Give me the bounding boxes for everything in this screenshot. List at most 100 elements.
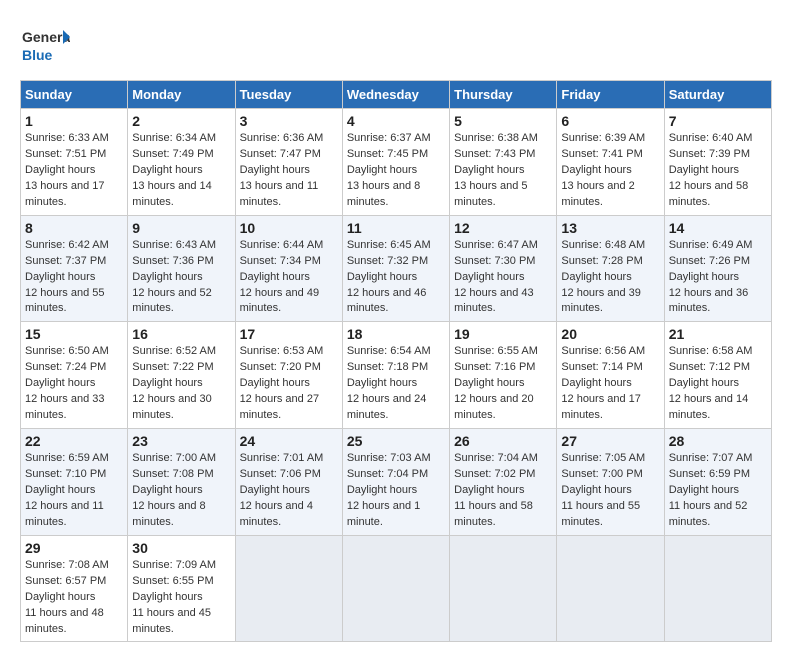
- day-info: Sunrise: 6:53 AM Sunset: 7:20 PM Dayligh…: [240, 344, 338, 424]
- daylight-label: Daylight hours: [240, 164, 310, 176]
- daylight-value: 12 hours and 24 minutes.: [347, 393, 427, 421]
- daylight-value: 13 hours and 17 minutes.: [25, 180, 105, 208]
- daylight-value: 12 hours and 58 minutes.: [669, 180, 749, 208]
- day-info: Sunrise: 7:07 AM Sunset: 6:59 PM Dayligh…: [669, 451, 767, 531]
- sunset-label: Sunset: 7:04 PM: [347, 468, 428, 480]
- daylight-value: 12 hours and 39 minutes.: [561, 287, 641, 315]
- day-info: Sunrise: 7:01 AM Sunset: 7:06 PM Dayligh…: [240, 451, 338, 531]
- day-number: 2: [132, 113, 230, 129]
- calendar-day-cell: 20 Sunrise: 6:56 AM Sunset: 7:14 PM Dayl…: [557, 322, 664, 429]
- sunrise-label: Sunrise: 6:54 AM: [347, 345, 431, 357]
- daylight-value: 11 hours and 48 minutes.: [25, 607, 104, 635]
- daylight-label: Daylight hours: [132, 164, 202, 176]
- calendar-day-cell: 26 Sunrise: 7:04 AM Sunset: 7:02 PM Dayl…: [450, 429, 557, 536]
- day-number: 5: [454, 113, 552, 129]
- daylight-value: 12 hours and 52 minutes.: [132, 287, 212, 315]
- daylight-value: 12 hours and 55 minutes.: [25, 287, 105, 315]
- day-of-week-header: Thursday: [450, 81, 557, 109]
- sunrise-label: Sunrise: 6:40 AM: [669, 132, 753, 144]
- daylight-label: Daylight hours: [240, 377, 310, 389]
- sunrise-label: Sunrise: 7:03 AM: [347, 452, 431, 464]
- day-info: Sunrise: 6:54 AM Sunset: 7:18 PM Dayligh…: [347, 344, 445, 424]
- sunrise-label: Sunrise: 6:33 AM: [25, 132, 109, 144]
- calendar-day-cell: 3 Sunrise: 6:36 AM Sunset: 7:47 PM Dayli…: [235, 109, 342, 216]
- daylight-value: 13 hours and 2 minutes.: [561, 180, 634, 208]
- day-info: Sunrise: 6:47 AM Sunset: 7:30 PM Dayligh…: [454, 238, 552, 318]
- calendar-day-cell: 25 Sunrise: 7:03 AM Sunset: 7:04 PM Dayl…: [342, 429, 449, 536]
- day-info: Sunrise: 6:49 AM Sunset: 7:26 PM Dayligh…: [669, 238, 767, 318]
- calendar-day-cell: 21 Sunrise: 6:58 AM Sunset: 7:12 PM Dayl…: [664, 322, 771, 429]
- sunset-label: Sunset: 7:49 PM: [132, 148, 213, 160]
- daylight-label: Daylight hours: [240, 271, 310, 283]
- calendar-day-cell: 22 Sunrise: 6:59 AM Sunset: 7:10 PM Dayl…: [21, 429, 128, 536]
- calendar-day-cell: 14 Sunrise: 6:49 AM Sunset: 7:26 PM Dayl…: [664, 215, 771, 322]
- calendar-day-cell: 12 Sunrise: 6:47 AM Sunset: 7:30 PM Dayl…: [450, 215, 557, 322]
- sunset-label: Sunset: 6:59 PM: [669, 468, 750, 480]
- daylight-value: 12 hours and 36 minutes.: [669, 287, 749, 315]
- daylight-value: 13 hours and 11 minutes.: [240, 180, 319, 208]
- daylight-value: 12 hours and 11 minutes.: [25, 500, 104, 528]
- day-info: Sunrise: 6:33 AM Sunset: 7:51 PM Dayligh…: [25, 131, 123, 211]
- day-info: Sunrise: 6:45 AM Sunset: 7:32 PM Dayligh…: [347, 238, 445, 318]
- day-info: Sunrise: 6:34 AM Sunset: 7:49 PM Dayligh…: [132, 131, 230, 211]
- calendar-day-cell: 7 Sunrise: 6:40 AM Sunset: 7:39 PM Dayli…: [664, 109, 771, 216]
- sunrise-label: Sunrise: 6:45 AM: [347, 239, 431, 251]
- day-info: Sunrise: 7:00 AM Sunset: 7:08 PM Dayligh…: [132, 451, 230, 531]
- day-number: 7: [669, 113, 767, 129]
- daylight-value: 13 hours and 14 minutes.: [132, 180, 212, 208]
- sunrise-label: Sunrise: 7:07 AM: [669, 452, 753, 464]
- calendar-day-cell: 5 Sunrise: 6:38 AM Sunset: 7:43 PM Dayli…: [450, 109, 557, 216]
- day-info: Sunrise: 7:05 AM Sunset: 7:00 PM Dayligh…: [561, 451, 659, 531]
- daylight-label: Daylight hours: [25, 271, 95, 283]
- daylight-label: Daylight hours: [454, 484, 524, 496]
- daylight-label: Daylight hours: [669, 164, 739, 176]
- daylight-label: Daylight hours: [561, 377, 631, 389]
- calendar-day-cell: 17 Sunrise: 6:53 AM Sunset: 7:20 PM Dayl…: [235, 322, 342, 429]
- daylight-label: Daylight hours: [132, 271, 202, 283]
- sunrise-label: Sunrise: 7:09 AM: [132, 559, 216, 571]
- sunset-label: Sunset: 6:57 PM: [25, 575, 106, 587]
- sunset-label: Sunset: 7:41 PM: [561, 148, 642, 160]
- day-info: Sunrise: 6:59 AM Sunset: 7:10 PM Dayligh…: [25, 451, 123, 531]
- day-of-week-header: Tuesday: [235, 81, 342, 109]
- calendar-day-cell: 4 Sunrise: 6:37 AM Sunset: 7:45 PM Dayli…: [342, 109, 449, 216]
- sunset-label: Sunset: 7:20 PM: [240, 361, 321, 373]
- sunset-label: Sunset: 7:06 PM: [240, 468, 321, 480]
- day-number: 9: [132, 220, 230, 236]
- day-number: 21: [669, 326, 767, 342]
- day-of-week-header: Saturday: [664, 81, 771, 109]
- day-info: Sunrise: 6:44 AM Sunset: 7:34 PM Dayligh…: [240, 238, 338, 318]
- day-number: 19: [454, 326, 552, 342]
- day-info: Sunrise: 6:37 AM Sunset: 7:45 PM Dayligh…: [347, 131, 445, 211]
- calendar-day-cell: 6 Sunrise: 6:39 AM Sunset: 7:41 PM Dayli…: [557, 109, 664, 216]
- sunset-label: Sunset: 7:51 PM: [25, 148, 106, 160]
- sunrise-label: Sunrise: 7:08 AM: [25, 559, 109, 571]
- sunset-label: Sunset: 7:24 PM: [25, 361, 106, 373]
- sunrise-label: Sunrise: 6:37 AM: [347, 132, 431, 144]
- day-info: Sunrise: 6:56 AM Sunset: 7:14 PM Dayligh…: [561, 344, 659, 424]
- day-number: 12: [454, 220, 552, 236]
- daylight-label: Daylight hours: [454, 377, 524, 389]
- sunset-label: Sunset: 7:14 PM: [561, 361, 642, 373]
- calendar-day-cell: 23 Sunrise: 7:00 AM Sunset: 7:08 PM Dayl…: [128, 429, 235, 536]
- day-info: Sunrise: 6:55 AM Sunset: 7:16 PM Dayligh…: [454, 344, 552, 424]
- sunset-label: Sunset: 7:43 PM: [454, 148, 535, 160]
- page-header: General Blue: [20, 20, 772, 70]
- calendar-week-row: 29 Sunrise: 7:08 AM Sunset: 6:57 PM Dayl…: [21, 535, 772, 642]
- sunrise-label: Sunrise: 6:52 AM: [132, 345, 216, 357]
- daylight-value: 13 hours and 5 minutes.: [454, 180, 527, 208]
- sunset-label: Sunset: 7:00 PM: [561, 468, 642, 480]
- day-of-week-header: Wednesday: [342, 81, 449, 109]
- sunrise-label: Sunrise: 6:39 AM: [561, 132, 645, 144]
- calendar-day-cell: 18 Sunrise: 6:54 AM Sunset: 7:18 PM Dayl…: [342, 322, 449, 429]
- sunset-label: Sunset: 7:36 PM: [132, 255, 213, 267]
- daylight-label: Daylight hours: [669, 484, 739, 496]
- daylight-label: Daylight hours: [132, 484, 202, 496]
- sunrise-label: Sunrise: 6:56 AM: [561, 345, 645, 357]
- calendar-day-cell: [342, 535, 449, 642]
- sunrise-label: Sunrise: 6:53 AM: [240, 345, 324, 357]
- sunrise-label: Sunrise: 6:47 AM: [454, 239, 538, 251]
- calendar-day-cell: [450, 535, 557, 642]
- day-number: 24: [240, 433, 338, 449]
- sunset-label: Sunset: 7:16 PM: [454, 361, 535, 373]
